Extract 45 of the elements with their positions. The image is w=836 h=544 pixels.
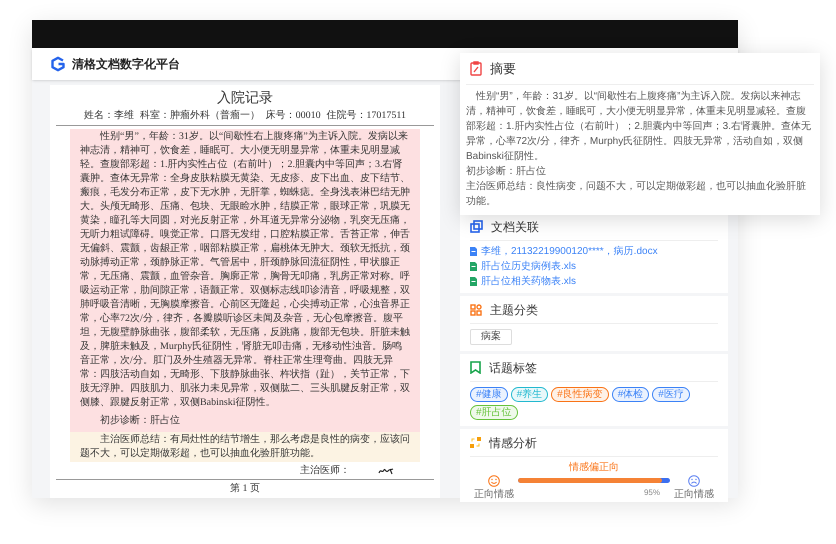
topic-tag: #健康 [470,387,508,402]
linked-squares-icon [470,220,483,233]
abstract-text: 主治医师总结：良性病变，问题不大，可以定期做彩超，也可以抽血化验肝脏功能。 [466,180,807,209]
sentiment-verdict: 情感偏正向 [568,460,620,475]
abstract-text: 性别“男”，年龄：31岁。以“间歇性右上腹疼痛”为主诉入院。发病以来神志清，精神可，饮食差，睡眠可，大小便无明显异常，体重未见明显减轻。查腹部彩超：1.肝内实性占位（右前叶）；2.胆囊内中等回声；3.右肾囊肿。查体无异常，心率72次/分，律齐，Murphy氏征阴性。四肢无异常，活动自如，双侧Babinski征阴性。 [466,90,812,164]
bookmark-icon [470,361,481,374]
patient-info: 住院号：17017511 [326,109,406,123]
topic-tag: #医疗 [652,387,690,402]
sentiment-reading: 95% [642,487,661,499]
section-title: 情感分析 [489,434,537,452]
diagnosis-text: 初步诊断：肝占位 [99,414,181,428]
patient-info: 科室：肿瘤外科（普瘤一） [140,109,260,123]
file-link[interactable]: 肝占位历史病例表.xls [481,259,576,274]
document-icon [470,247,477,256]
signature-label: 主治医师： [300,464,350,478]
page-number: 第 1 页 [229,482,261,496]
findings-paragraph: 性别“男”，年龄：31岁。以“间歇性右上腹疼痛”为主诉入院。发病以来神志清，精神可，饮食差，睡眠可。大小便无明显异常，体重未见明显减轻。查腹部彩超：1.肝内实性占位（右前叶）；2.胆囊内中等回声；3.右肾囊肿。查体无异常：全身皮肤粘膜无黄染、无皮疹、皮下出血、皮下结节、瘢痕，毛发分布正常，皮下无水肿，无肝掌，蜘蛛痣。全身浅表淋巴结无肿大。头颅无畸形、压痛、包块、无眼睑水肿，结膜正常，眼球正常，巩膜无黄染，瞳孔等大同圆，对光反射正常，外耳道无异常分泌物，乳突无压痛，无听力粗试障碍。嗅觉正常。口唇无发绀，口腔粘膜正常。舌苔正常，伸舌无偏斜、震颤，齿龈正常，咽部粘膜正常，扁桃体无肿大。颈软无抵抗，颈动脉搏动正常，颈静脉正常。气管居中，肝颈静脉回流征阴性，甲状腺正常，无压痛、震颤，血管杂音。胸廓正常，胸骨无叩痛，乳房正常对称。呼吸运动正常，肋间隙正常，语颤正常。双侧标志线叩诊清音，呼吸规整，双肺呼吸音清晰，无胸膜摩擦音。心前区无隆起，心尖搏动正常，心浊音界正常，心率72次/分，律齐，各瓣膜听诊区未闻及杂音，无心包摩擦音。腹平坦，无腹壁静脉曲张，腹部柔软，无压痛，反跳痛，腹部无包块。肝脏未触及，脾脏未触及，Murphy氏征阴性，肾脏无叩击痛，无移动性浊音。肠鸣音正常，次/分。肛门及外生殖器无异常。脊柱正常生理弯曲。四肢无异常：四肢活动自如，无畸形、下肢静脉曲张、杵状指（趾），关节正常，下肢无浮肿。四肢肌力、肌张力未见异常，双侧肱二、三头肌腱反射正常，双侧膝、跟腱反射正常，双侧Babinski征阴性。 [80,130,410,410]
doctor-summary: 主治医师总结：有局灶性的结节增生，那么考虑是良性的病变，应该问题不大，可以定期做彩超，也可以抽血化验肝脏功能。 [80,433,410,461]
section-title: 主题分类 [490,302,538,318]
document-title: 入院记录 [216,90,274,108]
patient-info: 床号：00010 [266,109,321,123]
section-title: 文档关联 [491,218,539,236]
file-link[interactable]: 李维，21132219900120****，病历.docx [481,244,658,259]
smile-icon [488,475,500,487]
topic-chip: 病案 [470,329,512,345]
clipboard-icon [470,61,482,76]
abstract-title: 摘要 [490,60,516,78]
sentiment-label: 正向情感 [674,488,714,502]
grid-icon [470,304,482,316]
app-title: 清格文档数字化平台 [72,56,180,73]
sad-face-icon [688,475,700,487]
dots-icon [470,437,481,448]
patient-info: 姓名：李维 [84,109,134,123]
file-link[interactable]: 肝占位相关药物表.xls [481,274,576,289]
sentiment-label: 正向情感 [474,488,514,502]
section-title: 话题标签 [489,360,537,376]
topic-tag: #体检 [612,387,650,402]
logo-icon [50,56,66,72]
spreadsheet-icon [470,277,477,286]
signature-drawing [378,466,394,474]
topic-tag: #良性病变 [551,387,609,402]
abstract-text: 初步诊断：肝占位 [466,164,547,179]
topic-tag: #肝占位 [470,405,518,420]
spreadsheet-icon [470,262,477,271]
topic-tag: #养生 [510,387,548,402]
